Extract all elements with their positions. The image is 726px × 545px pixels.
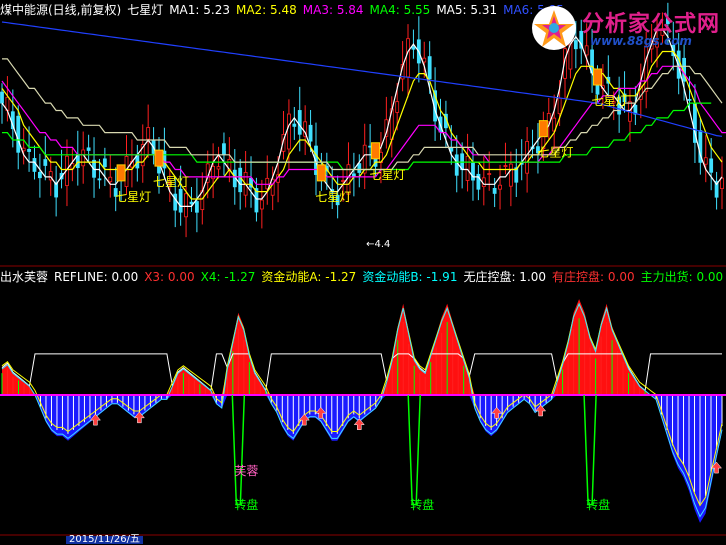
watermark-url: www.88gs.com [590, 34, 692, 48]
candle-body [178, 188, 183, 213]
candle-body [644, 45, 649, 92]
candle-body [487, 173, 492, 175]
candle-body [498, 184, 502, 190]
candle-body [471, 162, 475, 181]
seven-star-label: 七星灯 [370, 168, 406, 182]
candle-body [362, 144, 367, 174]
candle-body [97, 178, 102, 181]
indicator-label: 转盘 [410, 497, 434, 512]
candle-body [146, 127, 151, 140]
candle-body [27, 149, 31, 152]
candle-body [297, 110, 302, 135]
candle-body [287, 113, 291, 150]
candle-body [351, 173, 356, 177]
candle-body [0, 91, 4, 104]
candle-body [720, 177, 724, 190]
candle-body [189, 201, 194, 205]
negative-area [2, 395, 722, 523]
candle-body [709, 158, 714, 173]
candle-body [222, 143, 226, 156]
signal-lamp-icon [592, 68, 602, 86]
candle-body [687, 99, 692, 101]
signal-lamp-icon [116, 164, 126, 182]
positive-area [2, 299, 722, 396]
candle-body [454, 154, 459, 176]
candle-body [184, 193, 188, 218]
indicator-label: 转盘 [234, 497, 258, 512]
watermark: 分析家公式网 www.88gs.com [530, 4, 720, 52]
cursor-date-label: 2015/11/26/五 [66, 535, 144, 545]
candle-body [427, 56, 432, 80]
candle-body [270, 178, 275, 196]
seven-star-label: 七星灯 [537, 146, 573, 160]
seven-star-label: 七星灯 [153, 175, 189, 189]
signal-lamp-icon [154, 149, 164, 167]
turn-signal-line [583, 394, 597, 506]
indicator-label: 芙蓉 [234, 464, 258, 478]
seven-star-label: 七星灯 [315, 190, 351, 204]
candle-body [43, 159, 48, 166]
candle-body [411, 46, 416, 50]
candle-body [308, 124, 313, 142]
candle-body [422, 57, 427, 63]
candle-body [81, 149, 86, 167]
candle-body [16, 115, 21, 153]
candle-body [292, 123, 297, 127]
candle-body [406, 38, 410, 78]
signal-lamp-icon [538, 120, 548, 138]
candle-body [508, 163, 513, 187]
candle-body [108, 176, 113, 183]
ma-line-4 [2, 102, 712, 171]
seven-star-label: 七星灯 [115, 190, 151, 204]
candle-body [173, 193, 178, 211]
candle-body [357, 163, 362, 173]
candle-body [86, 147, 91, 151]
candle-body [503, 165, 508, 167]
indicator-label: 转盘 [586, 497, 610, 512]
low-price-marker: ←4.4 [366, 239, 390, 250]
signal-lamp-icon [316, 164, 326, 182]
candle-body [216, 166, 221, 170]
signal-lamp-icon [371, 142, 381, 160]
chart-canvas[interactable]: 七星灯七星灯七星灯七星灯七星灯七星灯←4.4芙蓉转盘 转盘 转盘 [0, 0, 726, 544]
candle-body [557, 97, 562, 115]
seven-star-label: 七星灯 [591, 94, 627, 108]
candle-body [32, 158, 37, 172]
candle-body [341, 180, 345, 182]
up-arrow-icon [353, 418, 365, 430]
candle-body [703, 157, 708, 165]
turn-signal-line [407, 394, 421, 506]
candle-body [37, 171, 42, 179]
candle-body [259, 199, 264, 210]
watermark-logo-icon [532, 6, 576, 50]
candle-body [395, 101, 400, 113]
candle-body [465, 155, 470, 181]
candle-body [492, 187, 497, 194]
candle-body [102, 158, 107, 168]
candle-body [525, 141, 530, 174]
turn-signal-line [231, 394, 246, 506]
candle-body [238, 167, 243, 193]
candle-body [194, 201, 199, 213]
